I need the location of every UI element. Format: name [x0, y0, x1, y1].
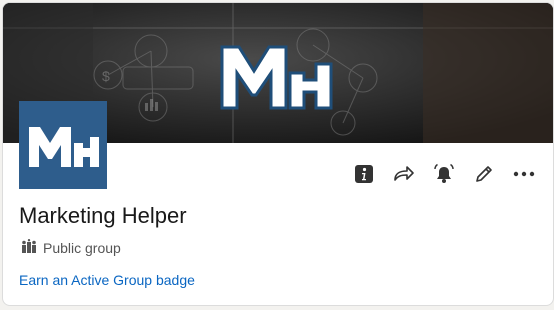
group-people-icon [21, 239, 37, 256]
share-button[interactable] [389, 159, 419, 189]
more-options-button[interactable] [509, 159, 539, 189]
info-icon [354, 164, 374, 184]
info-button[interactable] [349, 159, 379, 189]
group-type: Public group [21, 239, 121, 256]
group-logo[interactable] [19, 101, 107, 189]
edit-group-button[interactable] [469, 159, 499, 189]
more-icon [513, 171, 535, 177]
group-card: $ Marketing Helper Public group Earn an … [2, 2, 554, 306]
earn-badge-link[interactable]: Earn an Active Group badge [19, 272, 195, 288]
group-name: Marketing Helper [19, 203, 187, 228]
notifications-button[interactable] [429, 159, 459, 189]
svg-text:$: $ [102, 68, 110, 84]
pencil-icon [474, 164, 494, 184]
share-icon [393, 164, 415, 184]
group-type-label: Public group [43, 239, 121, 256]
group-actions-toolbar [349, 159, 539, 189]
bell-icon [433, 163, 455, 185]
